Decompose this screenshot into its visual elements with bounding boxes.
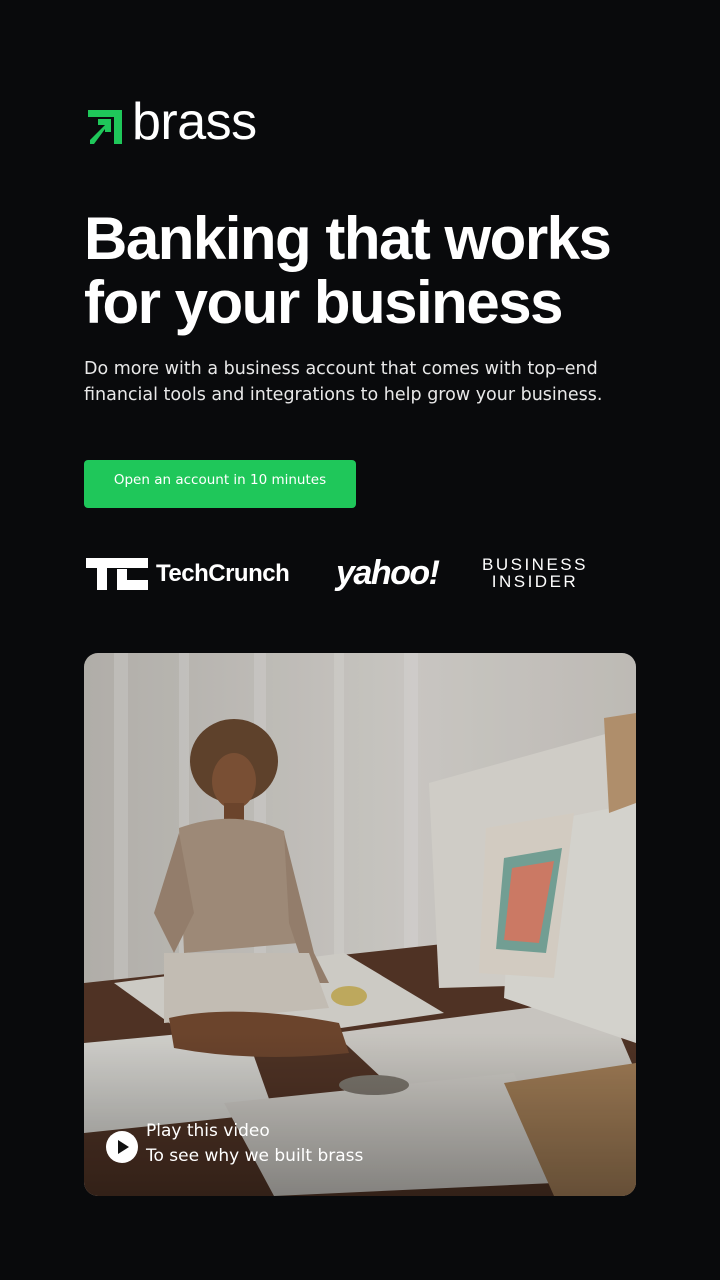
brass-arrow-icon (88, 110, 122, 144)
hero-subtext: Do more with a business account that com… (84, 359, 603, 405)
press-logos: TechCrunch yahoo! BUSINESS INSIDER (84, 552, 644, 596)
hero-headline: Banking that works for your business (84, 207, 684, 335)
open-account-button[interactable]: Open an account in 10 minutes (84, 460, 356, 508)
techcrunch-mark-icon (86, 558, 148, 590)
brand-logo[interactable]: brass (88, 96, 257, 148)
headline-line-2: for your business (84, 269, 563, 336)
techcrunch-wordmark: TechCrunch (156, 560, 290, 587)
business-insider-logo: BUSINESS INSIDER (482, 556, 588, 590)
play-button[interactable] (106, 1131, 138, 1163)
video-caption-line-1: Play this video (146, 1121, 270, 1141)
headline-line-1: Banking that works (84, 205, 612, 272)
video-caption-line-2: To see why we built brass (146, 1146, 364, 1166)
business-insider-line-2: INSIDER (491, 572, 579, 591)
landing-page: brass Banking that works for your busine… (0, 0, 720, 1280)
video-card[interactable]: Play this video To see why we built bras… (84, 653, 636, 1196)
video-caption: Play this video To see why we built bras… (146, 1119, 363, 1169)
techcrunch-logo: TechCrunch (86, 558, 290, 590)
yahoo-logo: yahoo! (336, 554, 440, 592)
play-icon (118, 1140, 129, 1154)
video-thumbnail (84, 653, 636, 1196)
brand-wordmark: brass (132, 93, 257, 151)
